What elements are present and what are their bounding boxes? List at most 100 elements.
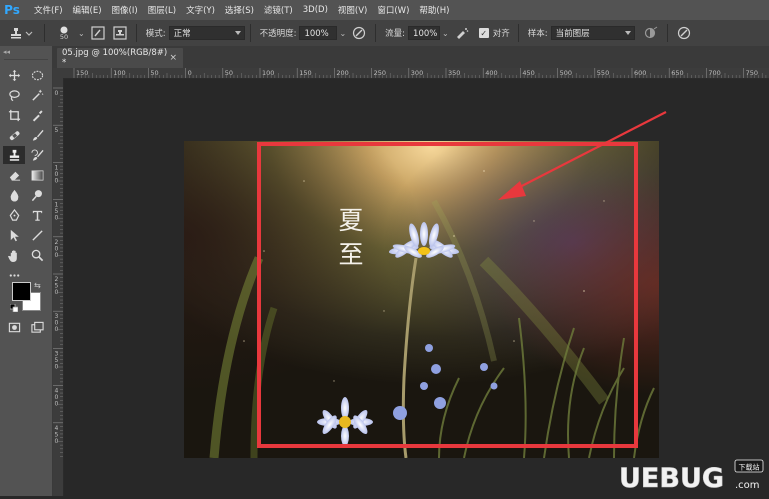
collapse-toolbox-icon[interactable]: ◂◂ — [3, 48, 10, 56]
screen-mode-button[interactable] — [26, 318, 48, 336]
ruler-label: 200 — [336, 69, 348, 77]
gradient-tool[interactable] — [26, 166, 48, 184]
separator — [375, 24, 377, 42]
close-icon[interactable]: × — [169, 53, 177, 63]
marquee-tool[interactable] — [26, 66, 48, 84]
ruler-label: 0 — [55, 401, 59, 408]
svg-text:下载站: 下载站 — [739, 463, 760, 472]
menu-file[interactable]: 文件(F) — [29, 4, 68, 16]
menu-3d[interactable]: 3D(D) — [298, 5, 333, 15]
annotation-arrow-icon — [498, 111, 667, 200]
healing-brush-tool[interactable] — [3, 126, 25, 144]
ruler-label: 0 — [55, 363, 59, 370]
menu-select[interactable]: 选择(S) — [220, 4, 259, 16]
document-tab[interactable]: 05.jpg @ 100%(RGB/8#) * × — [57, 48, 183, 68]
opacity-input[interactable]: 100% — [299, 26, 338, 40]
blur-tool[interactable] — [3, 186, 25, 204]
opacity-chevron-icon[interactable]: ⌄ — [339, 29, 346, 38]
pressure-opacity-button[interactable] — [351, 25, 367, 41]
menu-image[interactable]: 图像(I) — [107, 4, 143, 16]
sample-value: 当前图层 — [555, 29, 590, 39]
flow-value: 100% — [413, 29, 438, 39]
aligned-checkbox[interactable]: ✓ — [478, 28, 489, 38]
clone-stamp-icon — [9, 149, 19, 161]
flow-input[interactable]: 100% — [408, 26, 441, 40]
history-brush-tool[interactable] — [26, 146, 48, 164]
options-bar: 50 ⌄ 模式: 正常 不透明度: 100% ⌄ 流量: 100% ⌄ ✓ 对齐… — [0, 20, 769, 47]
ruler-label: 150 — [76, 69, 88, 77]
toggle-clone-source-button[interactable] — [112, 25, 128, 41]
pressure-size-button[interactable] — [676, 25, 692, 41]
pen-tool[interactable] — [3, 206, 25, 224]
brush-tool[interactable] — [26, 126, 48, 144]
vertical-ruler[interactable]: 05100150200250300350400450 — [53, 79, 64, 496]
line-tool[interactable] — [26, 226, 48, 244]
airbrush-icon — [456, 28, 469, 39]
zoom-tool[interactable] — [26, 246, 48, 264]
menu-layer[interactable]: 图层(L) — [143, 4, 181, 16]
menu-edit[interactable]: 编辑(E) — [68, 4, 107, 16]
photoshop-logo: Ps — [4, 3, 20, 17]
eyedropper-icon — [32, 109, 43, 122]
line-icon — [31, 229, 43, 241]
horizontal-ruler[interactable]: 150 100 50 0 50 100 150 200 250 300 350 400 450 500 55… — [63, 68, 769, 79]
toggle-brush-panel-button[interactable] — [90, 25, 106, 41]
brush-size-label: 50 — [59, 32, 69, 41]
arrow-cursor-icon — [10, 229, 19, 241]
lasso-tool[interactable] — [3, 86, 25, 104]
separator — [44, 24, 45, 42]
crop-icon — [8, 109, 20, 121]
menu-view[interactable]: 视图(V) — [333, 4, 372, 16]
ruler-label: 0 — [55, 326, 59, 333]
pen-icon — [9, 208, 19, 221]
ruler-label: 100 — [113, 69, 125, 77]
menu-window[interactable]: 窗口(W) — [372, 4, 414, 16]
ruler-label: 0 — [55, 438, 59, 445]
airbrush-button[interactable] — [454, 25, 470, 41]
menu-type[interactable]: 文字(Y) — [181, 4, 220, 16]
chevron-down-icon — [624, 31, 631, 35]
ruler-ticks: 05100150200250300350400450 — [53, 87, 63, 457]
ruler-label: 0 — [55, 215, 59, 222]
menu-bar: Ps 文件(F) 编辑(E) 图像(I) 图层(L) 文字(Y) 选择(S) 滤… — [0, 0, 769, 20]
move-tool[interactable] — [3, 66, 25, 84]
default-colors-icon[interactable] — [9, 303, 19, 313]
pen-pressure-icon — [353, 26, 366, 40]
toolbox: ◂◂ ⇆ — [0, 46, 53, 496]
flow-chevron-icon[interactable]: ⌄ — [442, 29, 449, 38]
opacity-label: 不透明度: — [259, 29, 297, 39]
document-tab-bar: 05.jpg @ 100%(RGB/8#) * × — [53, 46, 769, 68]
foreground-color-swatch[interactable] — [12, 282, 31, 301]
menu-help[interactable]: 帮助(H) — [414, 4, 454, 16]
type-tool[interactable] — [26, 206, 48, 224]
separator — [517, 24, 519, 42]
brush-preset-picker[interactable]: 50 — [53, 25, 75, 41]
menu-filter[interactable]: 滤镜(T) — [259, 4, 298, 16]
ruler-label: 0 — [188, 69, 192, 77]
divider — [4, 59, 48, 60]
path-selection-tool[interactable] — [3, 226, 25, 244]
tool-preset-picker[interactable] — [8, 25, 36, 41]
crop-tool[interactable] — [3, 106, 25, 124]
swap-colors-icon[interactable]: ⇆ — [34, 281, 41, 290]
ruler-label: 500 — [560, 69, 572, 77]
brush-dropdown-chevron-icon[interactable]: ⌄ — [78, 29, 85, 38]
ruler-label: 550 — [597, 69, 609, 77]
eyedropper-tool[interactable] — [26, 106, 48, 124]
hand-tool[interactable] — [3, 246, 25, 264]
magnifier-icon — [31, 249, 43, 261]
sample-select[interactable]: 当前图层 — [550, 26, 635, 40]
ruler-label: 350 — [448, 69, 460, 77]
ruler-origin[interactable] — [53, 68, 63, 79]
ruler-label: 100 — [262, 69, 274, 77]
clone-stamp-tool[interactable] — [3, 146, 25, 164]
eraser-tool[interactable] — [3, 166, 25, 184]
quick-mask-button[interactable] — [3, 318, 25, 336]
mode-select[interactable]: 正常 — [168, 26, 245, 40]
magic-wand-tool[interactable] — [26, 86, 48, 104]
ruler-label: 750 — [746, 69, 758, 77]
more-icon — [9, 273, 19, 277]
elliptical-marquee-icon — [31, 70, 43, 80]
dodge-tool[interactable] — [26, 186, 48, 204]
ignore-adjustment-layers-button[interactable] — [643, 25, 659, 41]
